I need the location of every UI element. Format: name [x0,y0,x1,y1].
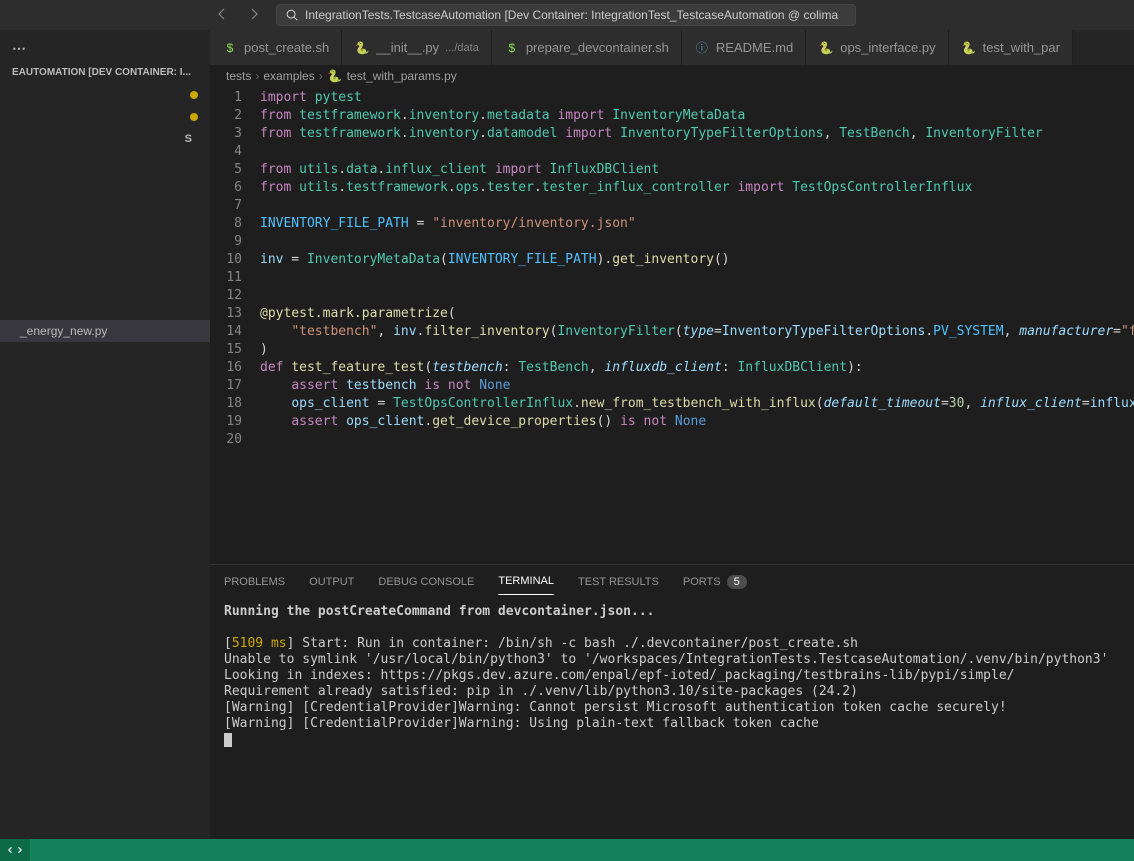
panel-tab-debug-console[interactable]: DEBUG CONSOLE [378,569,474,595]
panel-tab-terminal[interactable]: TERMINAL [498,568,554,595]
terminal-cursor [224,733,232,747]
sidebar-more-icon[interactable]: ⋯ [12,40,26,57]
bottom-panel: PROBLEMS OUTPUT DEBUG CONSOLE TERMINAL T… [210,564,1134,839]
tree-item[interactable] [0,84,210,106]
tab-readme[interactable]: ⓘREADME.md [682,30,806,65]
tree-item-label: _energy_new.py [20,324,107,338]
terminal-output[interactable]: Running the postCreateCommand from devco… [210,598,1134,839]
ports-count-badge: 5 [727,575,747,589]
panel-tab-ports[interactable]: PORTS 5 [683,568,747,596]
panel-tabs: PROBLEMS OUTPUT DEBUG CONSOLE TERMINAL T… [210,565,1134,598]
tab-prepare-devcontainer[interactable]: $prepare_devcontainer.sh [492,30,682,65]
panel-tab-output[interactable]: OUTPUT [309,569,354,595]
tab-ops-interface[interactable]: 🐍ops_interface.py [806,30,948,65]
code-editor[interactable]: 1234567891011121314151617181920 import p… [210,87,1134,564]
search-icon [285,8,299,22]
markdown-file-icon: ⓘ [694,40,710,56]
breadcrumb-item[interactable]: tests [226,69,251,83]
chevron-right-icon: › [319,69,323,83]
titlebar: IntegrationTests.TestcaseAutomation [Dev… [0,0,1134,30]
python-file-icon: 🐍 [961,40,977,56]
editor-tabs: $post_create.sh 🐍__init__.py.../data $pr… [210,30,1134,65]
tab-post-create[interactable]: $post_create.sh [210,30,342,65]
nav-forward-icon[interactable] [240,4,268,27]
remote-indicator[interactable] [0,839,30,861]
explorer-sidebar: ⋯ EAUTOMATION [DEV CONTAINER: I... S _en… [0,30,210,839]
tree-item[interactable] [0,106,210,128]
breadcrumb-item[interactable]: test_with_params.py [347,69,457,83]
code-content[interactable]: import pytestfrom testframework.inventor… [260,87,1134,564]
python-file-icon: 🐍 [354,40,370,56]
tree-item[interactable]: S [0,128,210,150]
nav-back-icon[interactable] [208,4,236,27]
tab-test-with-params[interactable]: 🐍test_with_par [949,30,1073,65]
command-center-search[interactable]: IntegrationTests.TestcaseAutomation [Dev… [276,4,856,26]
tree-item-selected[interactable]: _energy_new.py [0,320,210,342]
python-file-icon: 🐍 [818,40,834,56]
panel-tab-problems[interactable]: PROBLEMS [224,569,285,595]
search-text: IntegrationTests.TestcaseAutomation [Dev… [305,8,838,22]
statusbar[interactable] [0,839,1134,861]
shell-file-icon: $ [222,40,238,56]
panel-tab-test-results[interactable]: TEST RESULTS [578,569,659,595]
tab-init-py[interactable]: 🐍__init__.py.../data [342,30,492,65]
shell-file-icon: $ [504,40,520,56]
breadcrumb-item[interactable]: examples [263,69,314,83]
line-number-gutter: 1234567891011121314151617181920 [210,87,260,564]
sidebar-folder-header[interactable]: EAUTOMATION [DEV CONTAINER: I... [0,63,210,82]
file-tree: S _energy_new.py [0,82,210,839]
breadcrumbs[interactable]: tests › examples › 🐍 test_with_params.py [210,65,1134,87]
python-file-icon: 🐍 [327,68,343,84]
chevron-right-icon: › [255,69,259,83]
